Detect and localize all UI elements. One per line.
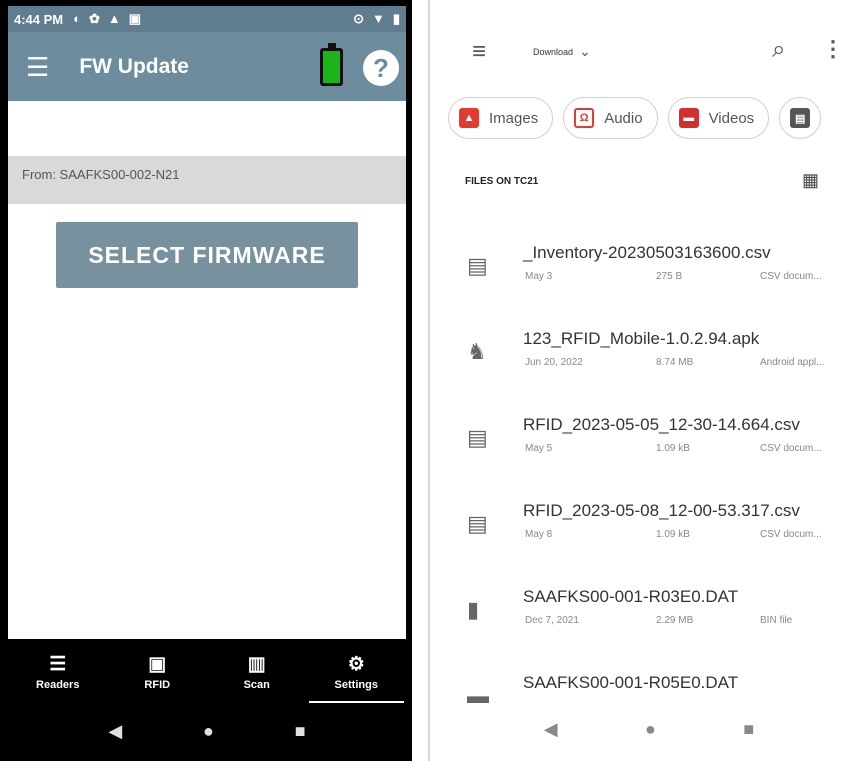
nav-readers[interactable]: ☰ Readers [8, 639, 108, 707]
file-icon: ▮ [467, 597, 480, 622]
search-icon[interactable]: ⌕ [772, 36, 785, 64]
back-icon[interactable]: ◀ [544, 719, 558, 740]
recents-icon[interactable]: ■ [743, 719, 754, 740]
barcode-icon: ▥ [247, 654, 266, 675]
home-icon[interactable]: ● [645, 719, 656, 740]
help-icon[interactable]: ? [363, 50, 399, 86]
file-name: SAAFKS00-001-R05E0.DAT [523, 673, 739, 692]
video-icon: ▬ [678, 108, 699, 128]
image-icon: ▲ [459, 108, 479, 128]
chip-audio[interactable]: Ω Audio [563, 97, 658, 139]
nav-scan-label: Scan [243, 679, 270, 691]
nav-scan[interactable]: ▥ Scan [207, 639, 307, 707]
chip-images[interactable]: ▲ Images [448, 97, 554, 139]
system-navigation-bar: ◀ ● ■ [430, 705, 866, 753]
list-item[interactable]: ▤ RFID_2023-05-05_12-30-14.664.csv May 5… [430, 397, 866, 483]
recents-icon[interactable]: ■ [295, 721, 306, 742]
section-header: FILES ON TC21 [465, 176, 539, 187]
file-list: ▤ _Inventory-20230503163600.csv May 3 27… [430, 225, 866, 741]
file-date: Jun 20, 2022 [525, 357, 583, 368]
file-size: 2.29 MB [656, 615, 694, 626]
warning-icon: ▲ [107, 11, 121, 26]
gear-small-icon: ✿ [89, 11, 100, 26]
files-toolbar: ≡ Download ⌄ ⌕ ⋮ [430, 0, 866, 92]
chip-videos[interactable]: ▬ Videos [667, 97, 770, 139]
file-type: Android appl... [760, 357, 825, 368]
from-version-text: From: SAAFKS00-002-N21 [8, 156, 406, 204]
file-date: Dec 7, 2021 [525, 615, 579, 626]
file-type: CSV docum... [760, 529, 822, 540]
hotspot-icon: ⊙ [353, 11, 364, 26]
file-date: May 3 [525, 271, 553, 282]
file-name: SAAFKS00-001-R03E0.DAT [523, 587, 739, 606]
page-title: FW Update [79, 54, 189, 78]
rfid-icon: ▣ [148, 654, 167, 675]
file-name: 123_RFID_Mobile-1.0.2.94.apk [523, 329, 760, 348]
file-date: May 8 [525, 529, 553, 540]
battery-small-icon: ▮ [392, 11, 400, 26]
file-type: BIN file [760, 615, 793, 626]
status-bar: 4:44 PM ◐ ✿ ▲ ▣ ⊙ ▼ ▮ [8, 6, 406, 32]
location-dropdown[interactable]: Download ⌄ [533, 43, 591, 60]
gear-icon: ⚙ [347, 654, 365, 675]
right-phone-screen: ≡ Download ⌄ ⌕ ⋮ ▲ Images Ω Audio ▬ Vide… [428, 0, 866, 761]
hamburger-menu-icon[interactable]: ☰ [26, 54, 49, 80]
file-name: _Inventory-20230503163600.csv [523, 243, 771, 262]
more-options-icon[interactable]: ⋮ [822, 36, 844, 62]
file-size: 8.74 MB [656, 357, 694, 368]
chip-audio-label: Audio [604, 109, 643, 127]
app-bar: ☰ FW Update ? [8, 32, 406, 101]
bottom-navigation: ☰ Readers ▣ RFID ▥ Scan ⚙ Settings [8, 639, 406, 707]
home-icon[interactable]: ● [203, 721, 214, 742]
nav-rfid[interactable]: ▣ RFID [108, 639, 208, 707]
chip-images-label: Images [489, 109, 539, 127]
file-type: CSV docum... [760, 443, 822, 454]
document-icon: ▤ [790, 108, 811, 128]
file-name: RFID_2023-05-08_12-00-53.317.csv [523, 501, 800, 520]
nav-settings[interactable]: ⚙ Settings [307, 639, 407, 707]
list-item[interactable]: ▮ SAAFKS00-001-R03E0.DAT Dec 7, 2021 2.2… [430, 569, 866, 655]
file-size: 1.09 kB [656, 443, 690, 454]
file-size: 275 B [656, 271, 683, 282]
status-time: 4:44 PM [14, 11, 64, 27]
battery-icon[interactable] [320, 43, 343, 86]
file-name: RFID_2023-05-05_12-30-14.664.csv [523, 415, 800, 434]
select-firmware-button[interactable]: SELECT FIRMWARE [56, 222, 358, 288]
audio-icon: Ω [574, 108, 595, 128]
document-icon: ▤ [467, 511, 488, 536]
drawer-menu-icon[interactable]: ≡ [472, 38, 486, 66]
document-icon: ▤ [467, 253, 488, 278]
chevron-down-icon: ⌄ [579, 43, 591, 59]
wifi-icon: ▼ [371, 11, 385, 26]
nav-readers-label: Readers [36, 679, 80, 691]
category-chips: ▲ Images Ω Audio ▬ Videos ▤ [448, 97, 822, 139]
document-icon: ▤ [467, 425, 488, 450]
chip-documents[interactable]: ▤ [779, 97, 822, 139]
location-label: Download [533, 46, 574, 57]
nav-rfid-label: RFID [144, 679, 171, 691]
list-icon: ☰ [49, 654, 67, 675]
left-phone-screen: 4:44 PM ◐ ✿ ▲ ▣ ⊙ ▼ ▮ ☰ FW Update ? From… [0, 0, 412, 761]
system-navigation-bar: ◀ ● ■ [8, 707, 406, 755]
media-icon: ▣ [128, 11, 142, 26]
sync-icon: ◐ [73, 11, 81, 26]
back-icon[interactable]: ◀ [108, 721, 122, 742]
list-item[interactable]: ▤ RFID_2023-05-08_12-00-53.317.csv May 8… [430, 483, 866, 569]
grid-view-icon[interactable]: ▦ [802, 170, 819, 191]
chip-videos-label: Videos [708, 109, 755, 127]
android-icon: ♞ [467, 339, 487, 364]
file-size: 1.09 kB [656, 529, 690, 540]
fw-update-content: From: SAAFKS00-002-N21 SELECT FIRMWARE [8, 101, 406, 639]
list-item[interactable]: ♞ 123_RFID_Mobile-1.0.2.94.apk Jun 20, 2… [430, 311, 866, 397]
nav-settings-label: Settings [334, 679, 378, 691]
file-type: CSV docum... [760, 271, 822, 282]
list-item[interactable]: ▤ _Inventory-20230503163600.csv May 3 27… [430, 225, 866, 311]
file-date: May 5 [525, 443, 553, 454]
